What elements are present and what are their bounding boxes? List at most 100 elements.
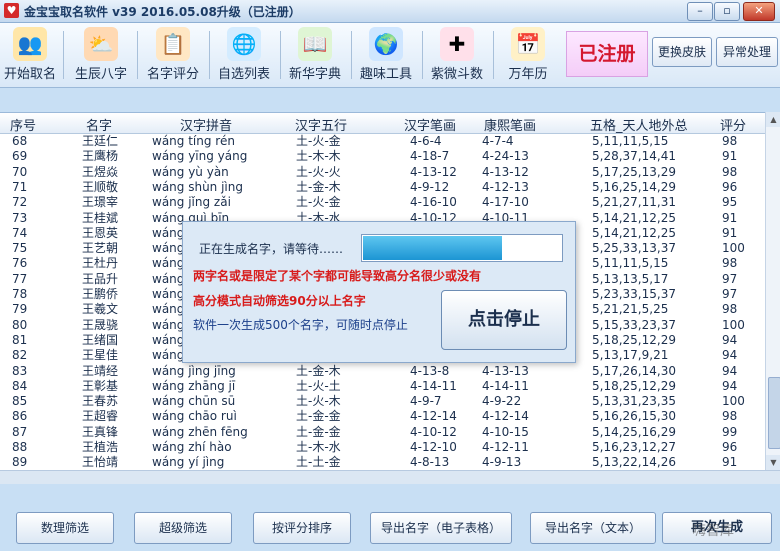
table-cell: 王艺朝 — [82, 241, 119, 256]
scroll-thumb[interactable] — [768, 377, 780, 449]
export-excel-button[interactable]: 导出名字（电子表格） — [370, 512, 512, 544]
stop-button[interactable]: 点击停止 — [441, 290, 567, 350]
table-cell: 4-13-12 — [410, 164, 457, 179]
table-cell: 土-火-金 — [296, 195, 341, 210]
table-cell: 4-24-13 — [482, 149, 529, 164]
table-cell: 王桂斌 — [82, 210, 119, 225]
app-heart-icon: ♥ — [4, 3, 19, 18]
table-cell: 王晟骁 — [82, 317, 119, 332]
calendar-icon: 📅 — [511, 27, 545, 61]
close-button[interactable]: ✕ — [743, 2, 775, 21]
table-cell: 97 — [722, 271, 738, 286]
table-cell: 94 — [722, 332, 738, 347]
table-cell: 5,11,11,5,15 — [592, 134, 669, 148]
table-row[interactable]: 70 王煜焱 wáng yù yàn 土-火-火 4-13-12 4-13-12 5,17,… — [0, 165, 765, 180]
toolbar-birth-bazi[interactable]: ⛅ 生辰八字 — [69, 25, 133, 85]
table-cell: 王恩英 — [82, 225, 119, 240]
table-cell: wáng chāo ruì — [152, 409, 237, 424]
col-wuxing[interactable]: 汉字五行 — [295, 115, 347, 134]
table-cell: 4-12-10 — [410, 440, 457, 454]
col-index[interactable]: 序号 — [10, 115, 36, 134]
table-cell: wáng zhāng jī — [152, 378, 236, 393]
table-cell: 土-木-水 — [296, 440, 341, 454]
table-row[interactable]: 68 王廷仁 wáng tíng rén 土-火-金 4-6-4 4-7-4 5,11,11… — [0, 134, 765, 149]
table-cell: 5,13,22,14,26 — [592, 455, 676, 470]
toolbar-name-score[interactable]: 📋 名字评分 — [141, 25, 205, 85]
super-filter-button[interactable]: 超级筛选 — [134, 512, 232, 544]
table-cell: 91 — [722, 149, 738, 164]
table-row[interactable]: 71 王顺敬 wáng shùn jìng 土-金-木 4-9-12 4-12-13 5,1… — [0, 180, 765, 195]
numerology-filter-button[interactable]: 数理筛选 — [16, 512, 114, 544]
table-cell: 土-土-金 — [296, 455, 341, 470]
table-cell: 5,15,33,23,37 — [592, 317, 676, 332]
toolbar-calendar[interactable]: 📅 万年历 — [496, 25, 560, 85]
table-row[interactable]: 87 王真锋 wáng zhēn fēng 土-金-金 4-10-12 4-10-15 5,… — [0, 425, 765, 440]
table-cell: 98 — [722, 302, 738, 317]
table-cell: wáng yīng yáng — [152, 149, 248, 164]
table-row[interactable]: 69 王鹰杨 wáng yīng yáng 土-木-木 4-18-7 4-24-13 5,2… — [0, 149, 765, 164]
table-cell: 80 — [12, 317, 28, 332]
table-cell: 王品升 — [82, 271, 119, 286]
table-cell: 98 — [722, 409, 738, 424]
toolbar-custom-list[interactable]: 🌐 自选列表 — [212, 25, 276, 85]
table-cell: wáng zhēn fēng — [152, 424, 248, 439]
table-row[interactable]: 88 王植浩 wáng zhí hào 土-木-水 4-12-10 4-12-11 5,16… — [0, 440, 765, 455]
table-cell: 100 — [722, 317, 745, 332]
col-name[interactable]: 名字 — [86, 115, 112, 134]
horizontal-scrollbar[interactable] — [0, 470, 780, 484]
table-cell: 4-13-13 — [482, 363, 529, 378]
table-cell: 84 — [12, 378, 28, 393]
info-generate-count: 软件一次生成500个名字，可随时点停止 — [193, 318, 408, 332]
toolbar-start-naming[interactable]: 👥 开始取名 — [0, 25, 60, 85]
table-cell: 土-火-木 — [296, 394, 341, 409]
col-strokes[interactable]: 汉字笔画 — [404, 115, 456, 134]
table-cell: 98 — [722, 164, 738, 179]
col-score[interactable]: 评分 — [720, 115, 746, 134]
generating-message: 正在生成名字，请等待…… — [199, 242, 344, 256]
col-pinyin[interactable]: 汉字拼音 — [180, 115, 232, 134]
table-cell: 王植浩 — [82, 440, 119, 454]
table-cell: 王彰基 — [82, 378, 119, 393]
table-cell: 王真锋 — [82, 424, 119, 439]
table-cell: 91 — [722, 225, 738, 240]
col-wuge[interactable]: 五格_天人地外总 — [590, 115, 688, 134]
table-cell: 99 — [722, 424, 738, 439]
minimize-button[interactable]: – — [687, 2, 713, 21]
exception-handling-button[interactable]: 异常处理 — [716, 37, 778, 67]
table-cell: 5,16,23,12,27 — [592, 440, 676, 454]
table-cell: 4-16-10 — [410, 195, 457, 210]
toolbar-ziwei[interactable]: ✚ 紫微斗数 — [425, 25, 489, 85]
table-row[interactable]: 84 王彰基 wáng zhāng jī 土-火-土 4-14-11 4-14-11 5,1… — [0, 379, 765, 394]
table-cell: 5,23,33,15,37 — [592, 287, 676, 301]
table-cell: 98 — [722, 256, 738, 271]
table-cell: 5,25,33,13,37 — [592, 241, 676, 256]
table-cell: 4-17-10 — [482, 195, 529, 210]
maximize-button[interactable]: ▫ — [714, 2, 740, 21]
table-cell: 4-12-13 — [482, 179, 529, 194]
table-row[interactable]: 72 王璟宰 wáng jǐng zǎi 土-火-金 4-16-10 4-17-10 5,2… — [0, 195, 765, 210]
table-cell: 68 — [12, 134, 28, 148]
globe-icon: 🌐 — [227, 27, 261, 61]
col-kangxi[interactable]: 康熙笔画 — [484, 115, 536, 134]
table-row[interactable]: 86 王超睿 wáng chāo ruì 土-金-金 4-12-14 4-12-14 5,1… — [0, 409, 765, 424]
table-row[interactable]: 83 王靖经 wáng jìng jīng 土-金-木 4-13-8 4-13-13 5,1… — [0, 364, 765, 379]
table-cell: 王超睿 — [82, 409, 119, 424]
toolbar-fun-tools[interactable]: 🌍 趣味工具 — [354, 25, 418, 85]
table-cell: 5,18,25,12,29 — [592, 332, 676, 347]
table-cell: 土-火-金 — [296, 134, 341, 148]
table-row[interactable]: 85 王春苏 wáng chūn sū 土-火-木 4-9-7 4-9-22 5,13,31… — [0, 394, 765, 409]
export-text-button[interactable]: 导出名字（文本） — [530, 512, 656, 544]
table-cell: 74 — [12, 225, 28, 240]
table-cell: 5,16,26,15,30 — [592, 409, 676, 424]
table-cell: 5,13,13,5,17 — [592, 271, 669, 286]
scroll-up-icon[interactable]: ▲ — [766, 112, 780, 127]
toolbar-xinhua-dict[interactable]: 📖 新华字典 — [283, 25, 347, 85]
sort-by-score-button[interactable]: 按评分排序 — [253, 512, 351, 544]
table-row[interactable]: 89 王怡靖 wáng yí jìng 土-土-金 4-8-13 4-9-13 5,13,2… — [0, 455, 765, 470]
change-skin-button[interactable]: 更换皮肤 — [652, 37, 712, 67]
table-cell: 5,13,17,9,21 — [592, 348, 669, 363]
table-header: 序号 名字 汉字拼音 汉字五行 汉字笔画 康熙笔画 五格_天人地外总 评分 — [0, 113, 765, 134]
medical-icon: ✚ — [440, 27, 474, 61]
scroll-down-icon[interactable]: ▼ — [766, 455, 780, 470]
vertical-scrollbar[interactable]: ▲ ▼ — [765, 112, 780, 470]
